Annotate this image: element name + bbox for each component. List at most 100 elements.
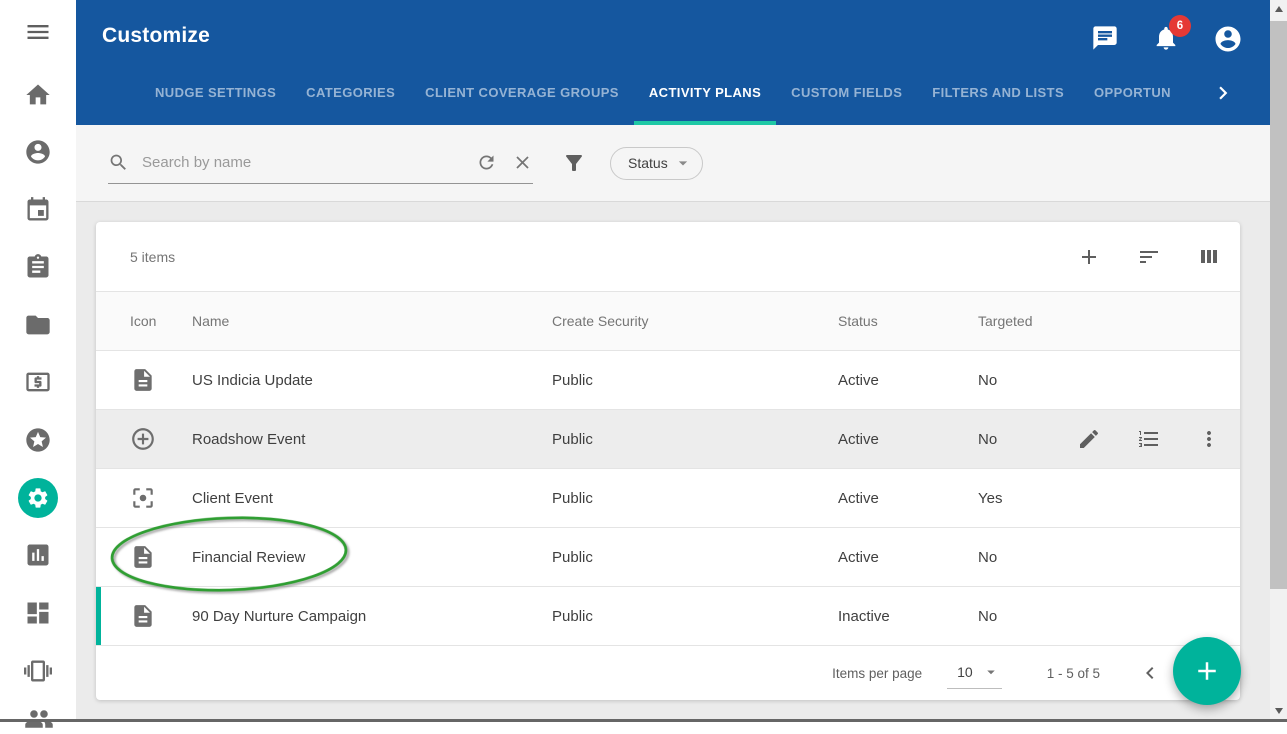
sidebar-item-tasks[interactable] xyxy=(24,253,52,281)
column-header-create-security: Create Security xyxy=(552,313,838,329)
sidebar-item-calendar[interactable] xyxy=(24,196,52,224)
search-input[interactable] xyxy=(142,154,461,171)
row-name: 90 Day Nurture Campaign xyxy=(192,608,552,625)
filter-bar: Status xyxy=(76,125,1270,202)
status-filter-chip[interactable]: Status xyxy=(610,147,703,180)
row-status: Active xyxy=(838,490,978,507)
sidebar-item-groups[interactable] xyxy=(24,704,52,732)
vertical-scrollbar[interactable] xyxy=(1270,0,1287,719)
row-status: Active xyxy=(838,549,978,566)
numbered-list-icon[interactable] xyxy=(1137,427,1161,451)
scroll-up-button[interactable] xyxy=(1270,0,1287,17)
page-title: Customize xyxy=(102,24,210,60)
column-header-name: Name xyxy=(192,313,552,329)
tab-activity-plans[interactable]: ACTIVITY PLANS xyxy=(634,60,776,125)
gear-icon xyxy=(26,486,50,510)
profile-button[interactable] xyxy=(1213,24,1241,52)
row-create-security: Public xyxy=(552,549,838,566)
scroll-down-button[interactable] xyxy=(1270,702,1287,719)
clear-search-icon[interactable] xyxy=(512,152,533,173)
document-icon xyxy=(130,544,192,570)
row-name: US Indicia Update xyxy=(192,372,552,389)
sidebar-item-files[interactable] xyxy=(24,311,52,339)
table-row[interactable]: US Indicia Update Public Active No xyxy=(96,350,1240,409)
tab-categories[interactable]: CATEGORIES xyxy=(291,60,410,125)
column-header-icon: Icon xyxy=(130,313,192,329)
menu-icon[interactable] xyxy=(24,18,52,46)
row-status: Active xyxy=(838,431,978,448)
plus-icon xyxy=(1192,656,1222,686)
table-toolbar: 5 items xyxy=(96,222,1240,291)
column-header-status: Status xyxy=(838,313,978,329)
column-header-targeted: Targeted xyxy=(978,313,1073,329)
previous-page-button[interactable] xyxy=(1138,661,1162,685)
items-per-page-label: Items per page xyxy=(832,666,922,681)
row-name: Client Event xyxy=(192,490,552,507)
app-header: Customize 6 NUDGE SETTINGS CATEGORIES CL… xyxy=(76,0,1270,125)
table-row[interactable]: 90 Day Nurture Campaign Public Inactive … xyxy=(96,586,1240,645)
table-header-row: Icon Name Create Security Status Targete… xyxy=(96,291,1240,350)
sidebar-item-dashboard[interactable] xyxy=(24,599,52,627)
sidebar-item-settings-active[interactable] xyxy=(18,478,58,518)
row-create-security: Public xyxy=(552,372,838,389)
sidebar-item-mobile[interactable] xyxy=(24,657,52,685)
items-count: 5 items xyxy=(130,249,175,265)
add-activity-plan-fab[interactable] xyxy=(1173,637,1241,705)
row-status: Active xyxy=(838,372,978,389)
items-per-page-select[interactable]: 10 xyxy=(947,658,1002,689)
notification-badge: 6 xyxy=(1169,15,1191,37)
tab-opportunities[interactable]: OPPORTUN xyxy=(1079,60,1186,125)
chevron-left-icon xyxy=(1138,661,1162,685)
items-per-page-value: 10 xyxy=(957,664,973,680)
row-name: Financial Review xyxy=(192,549,552,566)
chat-button[interactable] xyxy=(1091,24,1119,52)
columns-icon[interactable] xyxy=(1197,245,1221,269)
sort-icon[interactable] xyxy=(1137,245,1161,269)
row-create-security: Public xyxy=(552,608,838,625)
table-row[interactable]: Financial Review Public Active No xyxy=(96,527,1240,586)
sidebar-item-contacts[interactable] xyxy=(24,138,52,166)
status-filter-label: Status xyxy=(628,155,668,171)
content-area: 5 items Icon Name Create Security Status… xyxy=(76,202,1270,719)
row-targeted: Yes xyxy=(978,490,1073,507)
tab-client-coverage-groups[interactable]: CLIENT COVERAGE GROUPS xyxy=(410,60,634,125)
add-item-icon[interactable] xyxy=(1077,245,1101,269)
tab-nudge-settings[interactable]: NUDGE SETTINGS xyxy=(140,60,291,125)
row-targeted: No xyxy=(978,431,1073,448)
avatar-icon xyxy=(1213,24,1243,54)
edit-icon[interactable] xyxy=(1077,427,1101,451)
settings-tabs: NUDGE SETTINGS CATEGORIES CLIENT COVERAG… xyxy=(76,60,1270,125)
row-targeted: No xyxy=(978,549,1073,566)
refresh-icon[interactable] xyxy=(476,152,497,173)
search-field xyxy=(108,142,533,184)
scrollbar-thumb[interactable] xyxy=(1270,21,1287,589)
activity-plans-card: 5 items Icon Name Create Security Status… xyxy=(96,222,1240,700)
row-targeted: No xyxy=(978,372,1073,389)
row-create-security: Public xyxy=(552,431,838,448)
chat-icon xyxy=(1091,24,1119,52)
table-row[interactable]: Roadshow Event Public Active No xyxy=(96,409,1240,468)
table-row[interactable]: Client Event Public Active Yes xyxy=(96,468,1240,527)
search-icon xyxy=(108,152,129,173)
row-create-security: Public xyxy=(552,490,838,507)
tab-filters-and-lists[interactable]: FILTERS AND LISTS xyxy=(917,60,1079,125)
chevron-down-icon xyxy=(673,153,693,173)
chevron-down-icon xyxy=(982,663,1000,681)
pagination-bar: Items per page 10 1 - 5 of 5 xyxy=(96,645,1240,700)
document-icon xyxy=(130,603,192,629)
sidebar-item-home[interactable] xyxy=(24,81,52,109)
more-options-icon[interactable] xyxy=(1197,427,1221,451)
notifications-button[interactable]: 6 xyxy=(1152,24,1180,52)
sidebar-item-favorites[interactable] xyxy=(24,426,52,454)
tabs-scroll-right-button[interactable] xyxy=(1210,80,1236,106)
sidebar-item-reports[interactable] xyxy=(24,541,52,569)
pagination-range: 1 - 5 of 5 xyxy=(1047,666,1100,681)
tab-custom-fields[interactable]: CUSTOM FIELDS xyxy=(776,60,917,125)
add-circle-icon xyxy=(130,426,192,452)
chevron-right-icon xyxy=(1210,80,1236,106)
document-icon xyxy=(130,367,192,393)
sidebar-item-money[interactable] xyxy=(24,368,52,396)
left-sidebar xyxy=(0,0,76,722)
filter-icon[interactable] xyxy=(562,151,586,175)
row-status: Inactive xyxy=(838,608,978,625)
